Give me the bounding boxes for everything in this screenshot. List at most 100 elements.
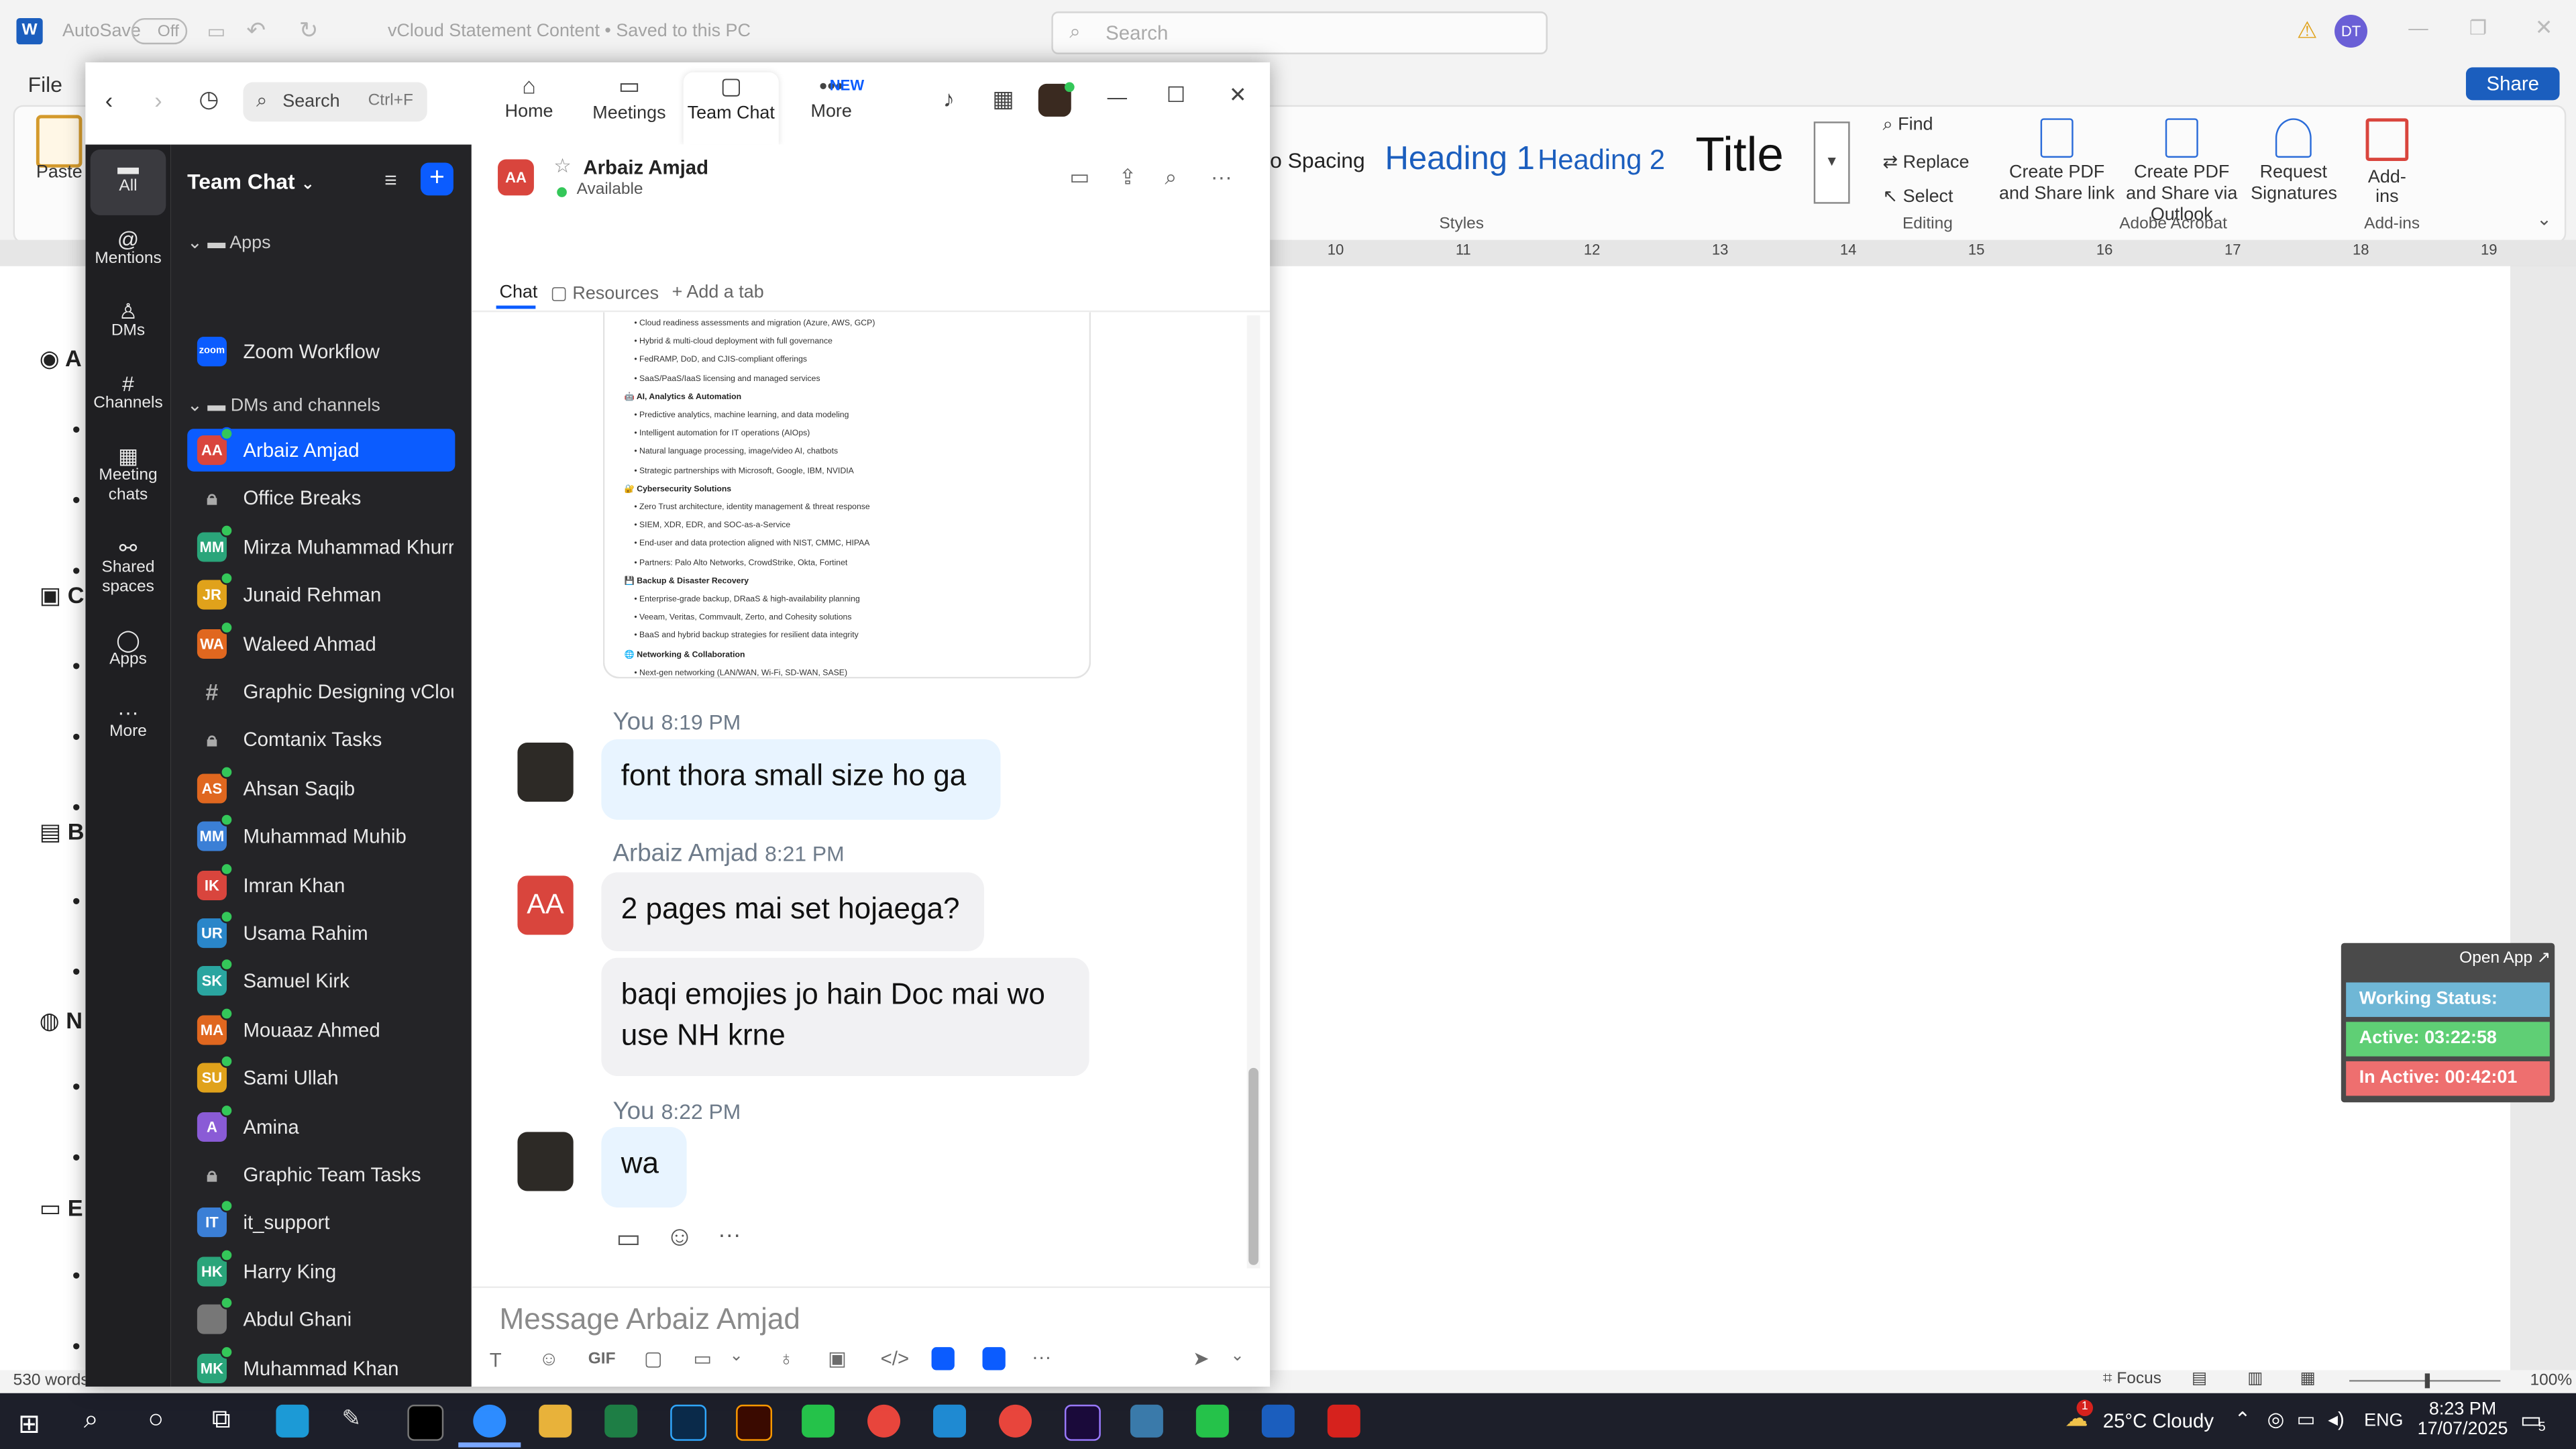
code-icon[interactable]: </> — [881, 1347, 910, 1370]
chat-list-item[interactable]: JR Junaid Rehman — [187, 572, 455, 616]
zoom-maximize-icon[interactable]: ☐ — [1167, 82, 1186, 108]
chat-list-item[interactable]: A Amina — [187, 1103, 455, 1148]
redo-icon[interactable]: ↻ — [299, 16, 319, 44]
file-tab[interactable]: File — [28, 72, 62, 97]
select-button[interactable]: ↖ Select — [1883, 186, 1953, 207]
microphone-icon[interactable]: ♁ — [779, 1347, 794, 1370]
rail-more[interactable]: ··· More — [85, 702, 170, 743]
word-count[interactable]: 530 words — [13, 1372, 89, 1390]
replace-button[interactable]: ⇄ Replace — [1883, 151, 1970, 172]
send-options-icon[interactable]: ⌄ — [1230, 1347, 1244, 1365]
rail-dms[interactable]: ♙ DMs — [85, 301, 170, 342]
language-indicator[interactable]: ENG — [2364, 1411, 2403, 1431]
chat-list-item[interactable]: UR Usama Rahim — [187, 910, 455, 955]
your-avatar[interactable] — [517, 1132, 574, 1191]
style-title[interactable]: Title — [1695, 129, 1784, 184]
chat-list-item[interactable]: SK Samuel Kirk — [187, 958, 455, 1003]
zoom-minimize-icon[interactable]: — — [1108, 85, 1127, 108]
chat-list-item[interactable]: MK Muhammad Khan — [187, 1344, 455, 1387]
warning-icon[interactable]: ⚠ — [2297, 16, 2318, 44]
excel-icon[interactable] — [604, 1404, 638, 1438]
save-icon[interactable]: ▭ — [207, 19, 226, 42]
rail-meeting-chats[interactable]: ▦ Meeting chats — [85, 445, 170, 506]
scrollbar-thumb[interactable] — [1248, 1067, 1258, 1265]
zoom-workflow-item[interactable]: zoom Zoom Workflow — [187, 330, 455, 373]
back-icon[interactable]: ‹ — [105, 87, 113, 113]
chat-list-item[interactable]: 🔒︎ Office Breaks — [187, 477, 455, 520]
tray-chevron-icon[interactable]: ⌃ — [2235, 1408, 2251, 1431]
green-app-icon-2[interactable] — [1195, 1404, 1229, 1438]
create-pdf-link-button[interactable]: Create PDF and Share link — [1998, 118, 2116, 205]
new-chat-button[interactable]: + — [420, 162, 453, 196]
chat-more-icon[interactable]: ··· — [1211, 164, 1232, 189]
illustrator-icon[interactable] — [736, 1404, 773, 1441]
contact-avatar[interactable]: AA — [498, 159, 534, 196]
find-button[interactable]: ⌕ Find — [1883, 115, 1933, 136]
zoom-doc-icon[interactable] — [931, 1347, 955, 1371]
chat-list-item[interactable]: # Graphic Designing vCloud — [187, 670, 455, 713]
zoom-search-input[interactable]: ⌕ Search Ctrl+F — [243, 82, 427, 122]
vscode-icon[interactable] — [933, 1404, 967, 1438]
task-view-icon[interactable]: ⧉ — [212, 1406, 231, 1436]
composer-more-icon[interactable]: ··· — [1032, 1346, 1051, 1368]
windows-start-icon[interactable]: ⊞ — [18, 1408, 40, 1441]
undo-icon[interactable]: ↶ — [246, 16, 266, 44]
request-signatures-button[interactable]: Request Signatures — [2251, 118, 2337, 205]
tray-app-icon[interactable]: ◎ — [2267, 1408, 2285, 1431]
zoom-close-icon[interactable]: ✕ — [1229, 82, 1247, 108]
user-avatar[interactable]: DT — [2334, 15, 2368, 48]
star-icon[interactable]: ☆ — [553, 154, 571, 177]
zoom-whiteboard-icon[interactable] — [982, 1347, 1006, 1371]
video-call-icon[interactable]: ▭ — [1069, 164, 1089, 191]
styles-expand-icon[interactable]: ▾ — [1813, 121, 1850, 204]
message-bubble-4[interactable]: wa — [601, 1127, 687, 1208]
read-mode-icon[interactable]: ▤ — [2192, 1370, 2207, 1388]
chat-list-item[interactable]: IK Imran Khan — [187, 861, 455, 906]
style-heading1[interactable]: Heading 1 — [1385, 142, 1535, 179]
bell-icon[interactable]: ♪ — [943, 85, 955, 111]
zoom-slider-thumb[interactable] — [2424, 1373, 2430, 1389]
screenshot-icon[interactable]: ▭ — [693, 1347, 712, 1370]
nav-home[interactable]: ⌂ Home — [490, 72, 569, 121]
focus-button[interactable]: ⌗ Focus — [2103, 1370, 2161, 1388]
text-format-icon[interactable]: T — [490, 1349, 502, 1372]
premiere-icon[interactable] — [1064, 1404, 1101, 1441]
share-screen-icon[interactable]: ⇪ — [1119, 164, 1137, 191]
rail-apps[interactable]: ◯ Apps — [85, 629, 170, 670]
network-icon[interactable]: ▭ — [2297, 1408, 2316, 1431]
clock[interactable]: 8:23 PM 17/07/2025 — [2415, 1400, 2510, 1440]
minimize-icon[interactable]: — — [2408, 16, 2428, 39]
chrome-icon[interactable] — [867, 1404, 901, 1438]
chat-list-item[interactable]: 🔒︎ Comtanix Tasks — [187, 718, 455, 761]
print-layout-icon[interactable]: ▥ — [2247, 1370, 2263, 1388]
apps-section-header[interactable]: ⌄ ▬ Apps — [187, 231, 270, 253]
word-search-input[interactable]: ⌕ Search — [1051, 11, 1548, 54]
filter-icon[interactable]: ≡ — [384, 168, 397, 193]
chat-list-item[interactable]: 🔒︎ Graphic Team Tasks — [187, 1153, 455, 1196]
emoji-reaction-icon[interactable]: ☺ — [665, 1221, 694, 1254]
message-bubble-3[interactable]: baqi emojies jo hain Doc mai wo use NH k… — [601, 957, 1089, 1077]
history-icon[interactable]: ◷ — [199, 85, 219, 113]
chrome-profile-icon[interactable] — [998, 1404, 1032, 1438]
taskbar-search-icon[interactable]: ⌕ — [84, 1406, 99, 1436]
team-chat-heading[interactable]: Team Chat ⌄ — [187, 169, 315, 194]
video-message-icon[interactable]: ▣ — [828, 1347, 847, 1370]
chat-list-item[interactable]: MM Muhammad Muhib — [187, 813, 455, 858]
word-taskbar-icon[interactable] — [1261, 1404, 1295, 1438]
share-button[interactable]: Share — [2465, 67, 2560, 101]
rail-channels[interactable]: # Channels — [85, 373, 170, 414]
create-pdf-outlook-button[interactable]: Create PDF and Share via Outlook — [2118, 118, 2246, 227]
edge-icon[interactable] — [276, 1404, 309, 1438]
reply-icon[interactable]: ▭ — [616, 1222, 641, 1255]
cortana-icon[interactable]: ○ — [148, 1406, 164, 1436]
message-bubble-1[interactable]: font thora small size ho ga — [601, 739, 1001, 820]
sender-avatar[interactable]: AA — [517, 875, 574, 935]
green-app-icon[interactable] — [802, 1404, 835, 1438]
contact-name[interactable]: Arbaiz Amjad — [583, 156, 708, 179]
chat-list-item[interactable]: IT it_support — [187, 1199, 455, 1244]
chat-list-item[interactable]: WA Waleed Ahmad — [187, 620, 455, 665]
zoom-app-icon[interactable] — [473, 1404, 506, 1438]
nav-team-chat[interactable]: ▢ Team Chat — [683, 72, 779, 145]
zoom-level[interactable]: 100% — [2530, 1372, 2572, 1390]
pen-tool-icon[interactable]: ✎ — [341, 1405, 374, 1438]
